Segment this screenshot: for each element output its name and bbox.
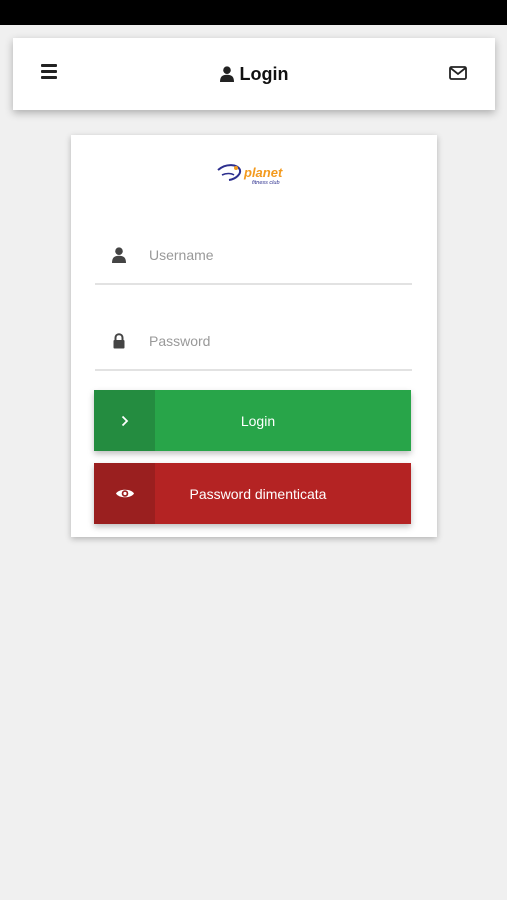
username-field [95, 233, 412, 285]
status-bar [0, 0, 507, 25]
page-title: Login [239, 63, 289, 84]
hamburger-menu-icon[interactable] [41, 64, 57, 82]
user-icon [112, 247, 126, 263]
forgot-password-button[interactable]: Password dimenticata [94, 463, 411, 524]
lock-icon [113, 333, 125, 349]
user-icon [219, 66, 234, 82]
header-title-group: Login [13, 38, 495, 110]
envelope-icon[interactable] [449, 66, 467, 80]
login-card: planet fitness club Login [71, 135, 437, 537]
password-field [95, 319, 412, 371]
username-input[interactable] [149, 241, 399, 269]
app-header: Login [13, 38, 495, 110]
chevron-right-icon [121, 415, 128, 426]
login-icon-box [94, 390, 155, 451]
forgot-password-label: Password dimenticata [189, 485, 327, 502]
logo-subtext: fitness club [252, 180, 280, 186]
password-input[interactable] [149, 327, 399, 355]
login-button[interactable]: Login [94, 390, 411, 451]
forgot-icon-box [94, 463, 155, 524]
logo-text: planet [243, 165, 283, 180]
eye-icon [115, 489, 134, 498]
planet-logo: planet fitness club [217, 164, 283, 186]
login-button-label: Login [240, 412, 276, 429]
